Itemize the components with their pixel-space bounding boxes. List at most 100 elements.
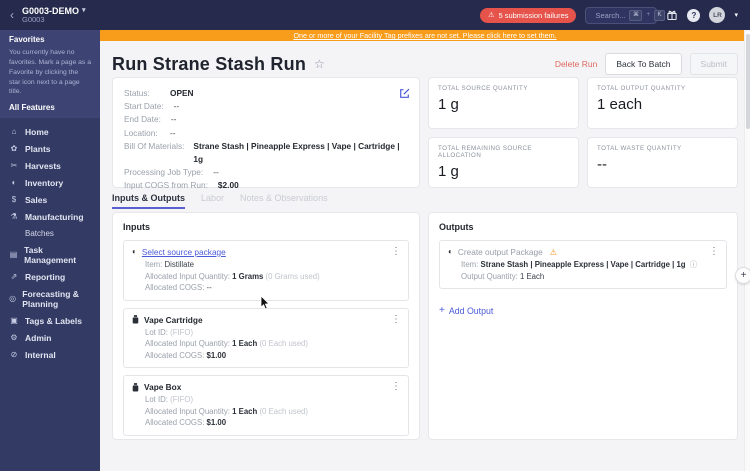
input-title: Vape Cartridge	[144, 314, 203, 325]
info-icon[interactable]: ⓘ	[690, 260, 698, 269]
sidebar-item-sales[interactable]: $ Sales	[0, 191, 100, 208]
add-output-label: Add Output	[448, 306, 494, 316]
kebab-menu-icon[interactable]: ⋮	[709, 247, 719, 257]
field-label: Allocated Input Quantity:	[145, 271, 230, 281]
sidebar-item-tags-labels[interactable]: ▣ Tags & Labels	[0, 312, 100, 329]
sidebar-item-home[interactable]: ⌂ Home	[0, 123, 100, 140]
sidebar-item-label: Manufacturing	[25, 211, 84, 222]
search-input[interactable]	[595, 10, 626, 20]
gear-icon: ⚙	[10, 333, 18, 343]
flask-icon: ⚗	[10, 212, 18, 222]
sidebar-item-manufacturing[interactable]: ⚗ Manufacturing	[0, 208, 100, 225]
package-icon: ◐	[132, 247, 137, 256]
keycap-cmd: ⌘	[629, 9, 643, 21]
org-sub-label: G0003	[22, 14, 45, 24]
submit-button[interactable]: Submit	[689, 53, 738, 75]
create-output-package-link[interactable]: Create output Package	[458, 247, 543, 257]
detail-row-start-date: Start Date: --	[124, 100, 408, 113]
inventory-icon: ◐	[11, 178, 17, 188]
field-value: 1 Grams	[232, 271, 264, 281]
start-date-value: --	[173, 101, 180, 112]
global-search[interactable]: ⌘ + K	[585, 6, 666, 24]
tab-inputs-outputs[interactable]: Inputs & Outputs	[112, 193, 185, 209]
location-value: --	[170, 127, 176, 138]
clipboard-icon: ▤	[9, 250, 18, 260]
field-label: Allocated COGS:	[145, 418, 205, 427]
sidebar-item-admin[interactable]: ⚙ Admin	[0, 329, 100, 346]
field-label: Output Quantity:	[461, 271, 518, 281]
sidebar-item-label: Harvests	[25, 160, 61, 171]
input-card-vape-cartridge: ⋮ Vape Cartridge Lot ID: (FIFO) Allocate…	[123, 307, 409, 368]
whats-new-gift-icon[interactable]	[666, 9, 678, 21]
avatar-chevron-down-icon[interactable]: ▾	[734, 11, 738, 19]
output-item-row: Item: Strane Stash | Pineapple Express |…	[461, 259, 718, 271]
field-value: 1 Each	[232, 406, 258, 416]
help-icon[interactable]: ?	[687, 8, 701, 22]
input-title: Vape Box	[144, 382, 182, 392]
detail-label: Start Date:	[124, 101, 164, 112]
sidebar-item-inventory[interactable]: ◐ Inventory	[0, 174, 100, 191]
favorites-note: You currently have no favorites. Mark a …	[9, 49, 91, 96]
tab-notes-observations[interactable]: Notes & Observations	[240, 193, 328, 209]
sidebar-collapse-icon[interactable]: ‹	[10, 9, 14, 21]
org-switcher[interactable]: ‹ G0003-DEMO ▾ G0003	[0, 6, 100, 25]
sidebar-item-reporting[interactable]: ⇗ Reporting	[0, 268, 100, 285]
jar-icon	[132, 315, 139, 324]
stat-cards: TOTAL SOURCE QUANTITY 1 g TOTAL OUTPUT Q…	[428, 77, 738, 188]
all-features-label: All Features	[9, 103, 55, 113]
sidebar-item-harvests[interactable]: ✂ Harvests	[0, 157, 100, 174]
field-value: Distillate	[164, 260, 194, 269]
facility-tag-warning-banner[interactable]: One or more of your Facility Tag prefixe…	[100, 30, 750, 41]
qty-used-note: (0 Each used)	[259, 339, 308, 348]
sidebar-item-label: Forecasting & Planning	[22, 288, 79, 309]
main-content: Run Strane Stash Run ☆ Delete Run Back T…	[100, 41, 750, 471]
input-qty-row: Allocated Input Quantity: 1 Each (0 Each…	[145, 406, 400, 418]
printer-icon: ▣	[10, 316, 18, 326]
favorite-star-icon[interactable]: ☆	[314, 57, 325, 71]
stat-label: TOTAL REMAINING SOURCE ALLOCATION	[438, 144, 533, 159]
detail-label: End Date:	[124, 114, 161, 125]
field-label: Allocated Input Quantity:	[145, 406, 230, 416]
submission-failures-badge[interactable]: ⚠ 5 submission failures	[480, 7, 577, 23]
favorites-panel: Favorites You currently have no favorite…	[0, 30, 100, 119]
scrollbar[interactable]	[744, 30, 750, 471]
add-output-button[interactable]: + Add Output	[439, 305, 494, 317]
dollar-icon: $	[11, 195, 17, 205]
org-block[interactable]: G0003-DEMO ▾ G0003	[22, 6, 86, 25]
sidebar-item-forecasting[interactable]: ◎ Forecasting & Planning	[0, 285, 100, 312]
sidebar-item-task-management[interactable]: ▤ Task Management	[0, 241, 100, 268]
sidebar-item-plants[interactable]: ✿ Plants	[0, 140, 100, 157]
stat-total-waste-quantity: TOTAL WASTE QUANTITY --	[587, 136, 738, 188]
input-cogs-row: Allocated COGS: $1.00	[145, 417, 400, 429]
tab-labor[interactable]: Labor	[201, 193, 224, 209]
sidebar-item-label: Plants	[25, 143, 51, 154]
scrollbar-thumb[interactable]	[746, 34, 750, 129]
page-title: Run Strane Stash Run	[112, 53, 307, 74]
sidebar-item-label: Admin	[25, 332, 52, 343]
delete-run-button[interactable]: Delete Run	[555, 59, 598, 69]
back-to-batch-button[interactable]: Back To Batch	[605, 53, 682, 75]
banner-link[interactable]: One or more of your Facility Tag prefixe…	[293, 31, 556, 40]
stat-label: TOTAL WASTE QUANTITY	[597, 144, 682, 152]
kebab-menu-icon[interactable]: ⋮	[391, 382, 401, 392]
input-qty-row: Allocated Input Quantity: 1 Each (0 Each…	[145, 338, 400, 350]
avatar[interactable]: LR	[709, 7, 726, 23]
kebab-menu-icon[interactable]: ⋮	[391, 247, 401, 257]
select-source-package-link[interactable]: Select source package	[142, 247, 226, 257]
sidebar-item-batches[interactable]: Batches	[0, 225, 100, 241]
sidebar-item-label: Tags & Labels	[25, 315, 82, 326]
edit-icon[interactable]	[399, 86, 410, 104]
sidebar-item-internal[interactable]: ⊘ Internal	[0, 346, 100, 363]
field-label: Allocated Input Quantity:	[145, 339, 230, 348]
input-cogs-row: Allocated COGS: --	[145, 282, 400, 294]
topbar: ‹ G0003-DEMO ▾ G0003 ⚠ 5 submission fail…	[0, 0, 750, 30]
stat-total-remaining-source-allocation: TOTAL REMAINING SOURCE ALLOCATION 1 g	[428, 136, 579, 188]
floating-widget-button[interactable]: +	[735, 267, 750, 284]
sidebar: Favorites You currently have no favorite…	[0, 30, 100, 471]
warning-icon: ⚠	[549, 247, 557, 257]
jar-icon	[132, 382, 139, 392]
plus-icon: +	[439, 305, 445, 316]
input-lot-row: Lot ID: (FIFO)	[145, 394, 400, 406]
stat-label: TOTAL OUTPUT QUANTITY	[597, 85, 686, 92]
kebab-menu-icon[interactable]: ⋮	[391, 314, 401, 325]
